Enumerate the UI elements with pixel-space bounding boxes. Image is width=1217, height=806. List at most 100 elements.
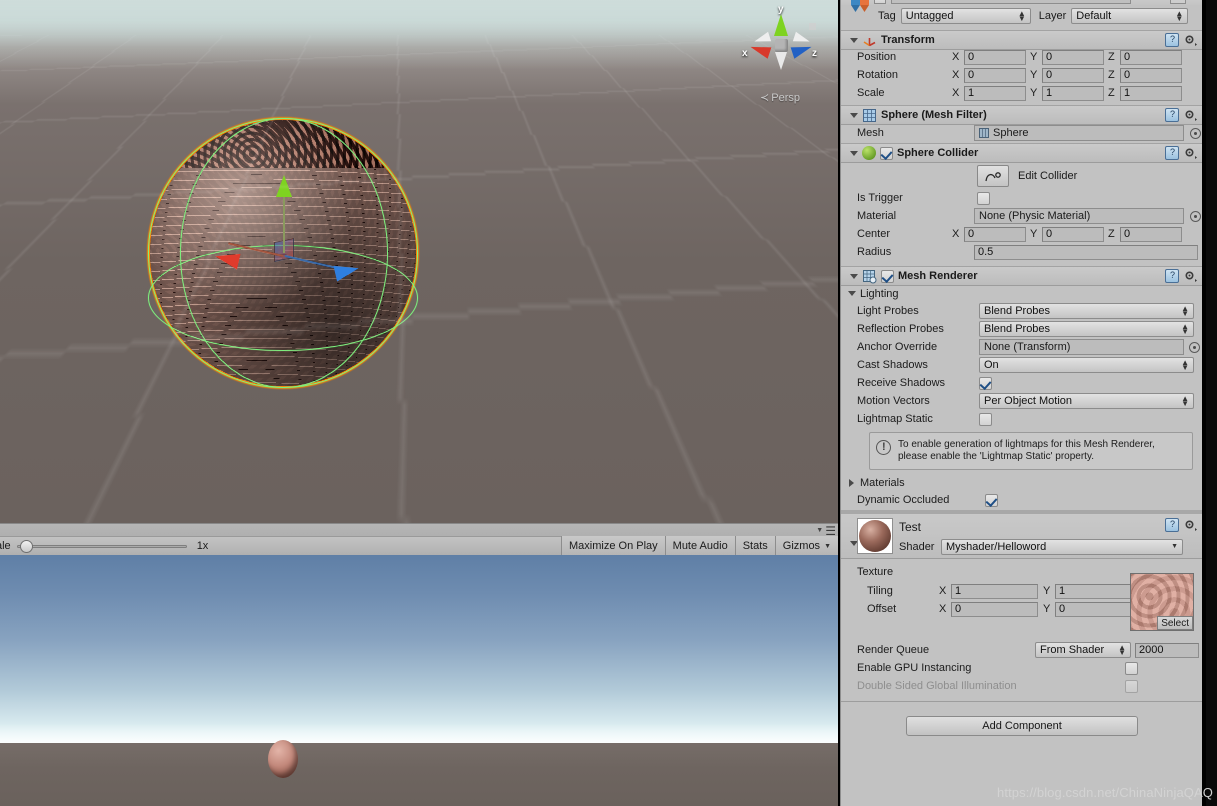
static-checkbox-partial[interactable] — [1170, 0, 1186, 4]
edit-collider-button[interactable] — [977, 165, 1009, 187]
gear-icon[interactable] — [1184, 34, 1197, 47]
lighting-foldout[interactable]: Lighting — [841, 285, 1202, 302]
reflection-probes-dropdown[interactable]: Blend Probes ▲ ▼ — [979, 321, 1194, 337]
offset-x-field[interactable]: 0 — [951, 601, 1038, 617]
scale-z-field[interactable]: 1 — [1120, 85, 1182, 101]
tiling-x-field[interactable]: 1 — [951, 583, 1038, 599]
sphere-collider-enabled-checkbox[interactable] — [880, 146, 893, 160]
mesh-renderer-enabled-checkbox[interactable] — [881, 269, 894, 283]
scene-sphere-object[interactable] — [147, 117, 419, 389]
stats-button[interactable]: Stats — [734, 536, 775, 556]
transform-scale-row: Scale X 1 Y 1 Z 1 — [841, 84, 1202, 102]
component-header-sphere-collider[interactable]: Sphere Collider — [841, 143, 1202, 163]
anchor-override-label: Anchor Override — [857, 341, 938, 353]
materials-foldout-icon[interactable] — [847, 477, 858, 488]
panel-menu-icon[interactable]: ☰ — [825, 525, 836, 537]
position-y-field[interactable]: 0 — [1042, 49, 1104, 65]
game-view[interactable] — [0, 555, 838, 806]
axis-gizmo-negx-cone[interactable] — [792, 31, 812, 47]
gear-icon[interactable] — [1184, 270, 1197, 283]
receive-shadows-checkbox[interactable] — [979, 376, 992, 390]
scale-slider[interactable] — [16, 539, 187, 553]
help-icon[interactable] — [1165, 518, 1179, 532]
axis-gizmo-negz-cone[interactable] — [752, 31, 772, 47]
component-header-mesh-filter[interactable]: Sphere (Mesh Filter) — [841, 105, 1202, 125]
position-x-field[interactable]: 0 — [964, 49, 1026, 65]
gpu-instancing-checkbox[interactable] — [1125, 661, 1138, 675]
render-queue-mode-dropdown[interactable]: From Shader ▲ ▼ — [1035, 642, 1131, 658]
maximize-on-play-button[interactable]: Maximize On Play — [561, 536, 665, 556]
motion-vectors-dropdown[interactable]: Per Object Motion ▲ ▼ — [979, 393, 1194, 409]
lighting-foldout-icon[interactable] — [847, 288, 858, 299]
gear-icon[interactable] — [1184, 109, 1197, 122]
shader-dropdown[interactable]: Myshader/Helloword ▼ — [941, 539, 1183, 555]
material-header[interactable]: Test Shader Myshader/Helloword ▼ — [841, 514, 1202, 559]
mute-audio-button[interactable]: Mute Audio — [664, 536, 735, 556]
transform-header-actions — [1165, 33, 1197, 47]
add-component-button[interactable]: Add Component — [906, 716, 1138, 736]
sphere-collider-foldout-icon[interactable] — [849, 148, 860, 159]
light-probes-dropdown[interactable]: Blend Probes ▲ ▼ — [979, 303, 1194, 319]
collider-material-picker-icon[interactable] — [1190, 210, 1201, 222]
axis-gizmo-y-cone[interactable] — [774, 14, 788, 36]
light-probes-row: Light Probes Blend Probes ▲ ▼ — [841, 302, 1202, 320]
mesh-filter-foldout-icon[interactable] — [849, 110, 860, 121]
mesh-renderer-foldout-icon[interactable] — [849, 271, 860, 282]
double-sided-gi-label: Double Sided Global Illumination — [857, 680, 1017, 692]
render-queue-value-field[interactable]: 2000 — [1135, 642, 1199, 658]
texture-select-button[interactable]: Select — [1157, 616, 1193, 630]
collider-radius-field[interactable]: 0.5 — [974, 244, 1198, 260]
scale-y-axis: Y — [1030, 87, 1038, 99]
scene-view[interactable]: ≺ Persp y x z — [0, 0, 838, 523]
component-header-transform[interactable]: Transform — [841, 30, 1202, 50]
offset-y-field[interactable]: 0 — [1055, 601, 1142, 617]
panel-options-strip[interactable]: ▼ ☰ — [816, 525, 836, 537]
rotation-z-field[interactable]: 0 — [1120, 67, 1182, 83]
tiling-y-field[interactable]: 1 — [1055, 583, 1142, 599]
center-y-field[interactable]: 0 — [1042, 226, 1104, 242]
gizmos-label: Gizmos — [782, 540, 821, 552]
gear-icon[interactable] — [1184, 147, 1197, 160]
axis-gizmo-center[interactable] — [775, 39, 788, 52]
materials-foldout[interactable]: Materials — [841, 474, 1202, 491]
gizmos-dropdown-icon[interactable]: ▼ — [824, 543, 831, 550]
transform-foldout-icon[interactable] — [849, 35, 860, 46]
tag-dropdown[interactable]: Untagged ▲ ▼ — [900, 8, 1031, 24]
texture-thumbnail[interactable]: Select — [1130, 573, 1194, 631]
gameobject-active-checkbox[interactable] — [874, 0, 886, 4]
mesh-picker-icon[interactable] — [1190, 127, 1201, 139]
scale-x-field[interactable]: 1 — [964, 85, 1026, 101]
layer-dropdown[interactable]: Default ▲ ▼ — [1071, 8, 1189, 24]
gizmo-axis-y-handle[interactable] — [276, 175, 292, 197]
component-header-mesh-renderer[interactable]: Mesh Renderer — [841, 266, 1202, 286]
anchor-override-field[interactable]: None (Transform) — [979, 339, 1184, 355]
center-x-field[interactable]: 0 — [964, 226, 1026, 242]
axis-gizmo-negy-cone[interactable] — [775, 52, 787, 70]
help-icon[interactable] — [1165, 146, 1179, 160]
gameobject-name-field[interactable] — [891, 0, 1131, 4]
gizmos-button[interactable]: Gizmos ▼ — [774, 536, 838, 556]
scale-slider-knob[interactable] — [19, 540, 33, 553]
position-z-field[interactable]: 0 — [1120, 49, 1182, 65]
double-sided-gi-checkbox — [1125, 679, 1138, 693]
help-icon[interactable] — [1165, 33, 1179, 47]
help-icon[interactable] — [1165, 269, 1179, 283]
rotation-y-field[interactable]: 0 — [1042, 67, 1104, 83]
collider-material-field[interactable]: None (Physic Material) — [974, 208, 1184, 224]
dynamic-occluded-checkbox[interactable] — [985, 493, 998, 507]
tag-label: Tag — [878, 10, 896, 22]
mesh-object-field[interactable]: Sphere — [974, 125, 1184, 141]
scene-projection-label[interactable]: ≺ Persp — [760, 91, 800, 104]
mesh-label: Mesh — [857, 127, 884, 139]
cast-shadows-dropdown[interactable]: On ▲ ▼ — [979, 357, 1194, 373]
help-icon[interactable] — [1165, 108, 1179, 122]
gear-icon[interactable] — [1184, 519, 1197, 532]
scale-y-field[interactable]: 1 — [1042, 85, 1104, 101]
scene-axis-gizmo[interactable]: y x z — [742, 4, 820, 84]
center-z-field[interactable]: 0 — [1120, 226, 1182, 242]
lightmap-static-checkbox[interactable] — [979, 412, 992, 426]
anchor-override-picker-icon[interactable] — [1189, 341, 1200, 353]
is-trigger-checkbox[interactable] — [977, 191, 990, 205]
rotation-x-field[interactable]: 0 — [964, 67, 1026, 83]
panel-dropdown-icon[interactable]: ▼ — [816, 527, 823, 534]
